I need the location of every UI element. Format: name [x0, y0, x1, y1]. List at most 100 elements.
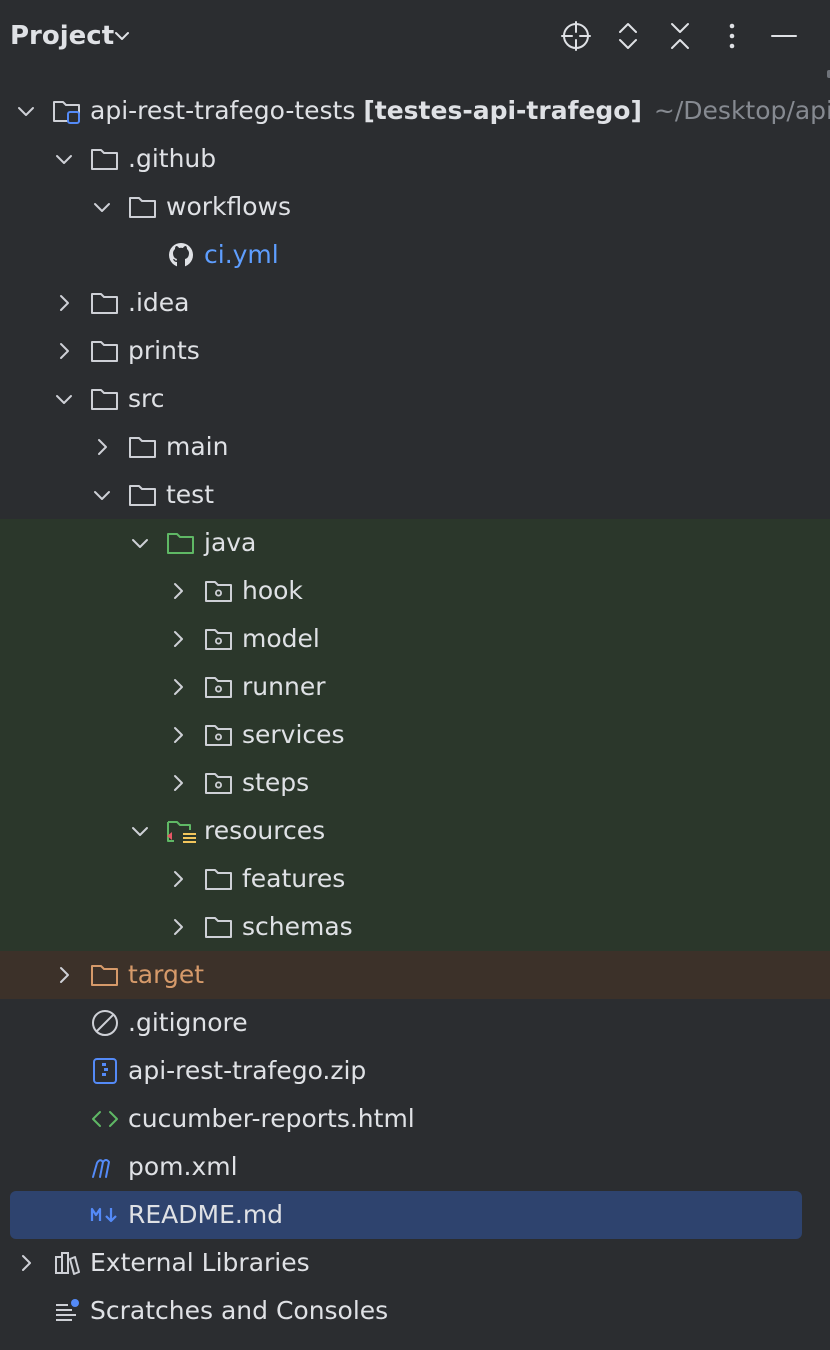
tree-row-external-libraries[interactable]: External Libraries [0, 1239, 830, 1287]
tree-label: schemas [242, 912, 353, 941]
tree-row-hook[interactable]: hook [0, 567, 830, 615]
root-module: [testes-api-trafego] [363, 96, 642, 125]
package-icon [205, 725, 232, 746]
folder-icon [205, 917, 232, 938]
tree-row-readme[interactable]: README.md [0, 1191, 830, 1239]
tree-label: java [204, 528, 257, 557]
tree-label: src [128, 384, 165, 413]
test-resources-folder-icon [167, 821, 196, 843]
chevron-down-icon[interactable] [128, 819, 152, 843]
chevron-down-icon[interactable] [14, 99, 38, 123]
folder-icon [205, 869, 232, 890]
tree-row-test[interactable]: test [0, 471, 830, 519]
chevron-down-icon[interactable] [52, 147, 76, 171]
folder-icon [91, 293, 118, 314]
expand-all-icon[interactable] [610, 18, 646, 54]
tree-label: main [166, 432, 229, 461]
chevron-down-icon[interactable] [128, 531, 152, 555]
tree-label: test [166, 480, 215, 509]
tree-row-runner[interactable]: runner [0, 663, 830, 711]
root-name: api-rest-trafego-tests [90, 96, 356, 125]
chevron-right-icon[interactable] [52, 963, 76, 987]
tree-label: pom.xml [128, 1152, 238, 1181]
tree-row-root[interactable]: api-rest-trafego-tests [testes-api-trafe… [0, 87, 830, 135]
chevron-right-icon[interactable] [52, 291, 76, 315]
root-path: ~/Desktop/api-r [653, 96, 830, 125]
tree-row-ci-yml[interactable]: ci.yml [0, 231, 830, 279]
tree-label: README.md [128, 1200, 284, 1229]
tree-row-gitignore[interactable]: .gitignore [0, 999, 830, 1047]
folder-icon [91, 341, 118, 362]
tree-row-target[interactable]: target [0, 951, 830, 999]
test-source-folder-icon [167, 533, 194, 554]
package-icon [205, 773, 232, 794]
chevron-right-icon[interactable] [166, 627, 190, 651]
project-tool-window: Project api-rest-trafego-tests [testes-a… [0, 0, 830, 1350]
chevron-right-icon[interactable] [166, 675, 190, 699]
hide-panel-icon[interactable] [766, 18, 802, 54]
tree-label: ci.yml [204, 240, 279, 269]
tree-label: hook [242, 576, 303, 605]
chevron-right-icon[interactable] [166, 579, 190, 603]
folder-icon [129, 197, 156, 218]
markdown-icon [90, 1207, 117, 1223]
chevron-down-icon[interactable] [90, 195, 114, 219]
tree-label: Scratches and Consoles [90, 1296, 389, 1325]
html-file-icon [92, 1111, 118, 1127]
tree-row-steps[interactable]: steps [0, 759, 830, 807]
folder-icon [129, 437, 156, 458]
tree-row-zip[interactable]: api-rest-trafego.zip [0, 1047, 830, 1095]
tree-row-scratches[interactable]: Scratches and Consoles [0, 1287, 830, 1335]
project-tree: api-rest-trafego-tests [testes-api-trafe… [0, 87, 830, 1335]
tree-label: .github [128, 144, 217, 173]
tree-label: resources [204, 816, 326, 845]
chevron-right-icon[interactable] [166, 723, 190, 747]
tree-row-workflows[interactable]: workflows [0, 183, 830, 231]
chevron-down-icon[interactable] [90, 483, 114, 507]
package-icon [205, 581, 232, 602]
tree-row-github[interactable]: .github [0, 135, 830, 183]
tree-label: External Libraries [90, 1248, 310, 1277]
folder-icon [91, 389, 118, 410]
package-icon [205, 629, 232, 650]
chevron-right-icon[interactable] [166, 867, 190, 891]
maven-icon [92, 1159, 110, 1178]
chevron-down-icon[interactable] [112, 26, 132, 46]
tree-label: services [242, 720, 345, 749]
tree-row-pom[interactable]: pom.xml [0, 1143, 830, 1191]
locate-icon[interactable] [558, 18, 594, 54]
chevron-right-icon[interactable] [166, 915, 190, 939]
tool-window-title[interactable]: Project [10, 18, 114, 54]
tree-row-idea[interactable]: .idea [0, 279, 830, 327]
tree-label: prints [128, 336, 200, 365]
tree-row-main[interactable]: main [0, 423, 830, 471]
scratches-icon [56, 1299, 79, 1321]
tree-label: steps [242, 768, 310, 797]
tree-row-prints[interactable]: prints [0, 327, 830, 375]
tree-row-features[interactable]: features [0, 855, 830, 903]
excluded-folder-icon [91, 965, 118, 986]
tree-row-java[interactable]: java [0, 519, 830, 567]
tree-label: api-rest-trafego.zip [128, 1056, 367, 1085]
chevron-right-icon[interactable] [90, 435, 114, 459]
tree-row-src[interactable]: src [0, 375, 830, 423]
root-label: api-rest-trafego-tests [testes-api-trafe… [90, 87, 830, 135]
folder-icon [129, 485, 156, 506]
more-options-icon[interactable] [714, 18, 750, 54]
tree-label: workflows [166, 192, 292, 221]
tree-label: cucumber-reports.html [128, 1104, 415, 1133]
tree-row-resources[interactable]: resources [0, 807, 830, 855]
tree-row-cucumber-reports[interactable]: cucumber-reports.html [0, 1095, 830, 1143]
chevron-right-icon[interactable] [166, 771, 190, 795]
tree-row-services[interactable]: services [0, 711, 830, 759]
chevron-right-icon[interactable] [52, 339, 76, 363]
tree-row-schemas[interactable]: schemas [0, 903, 830, 951]
module-folder-icon [53, 101, 80, 124]
chevron-right-icon[interactable] [14, 1251, 38, 1275]
tree-label: .gitignore [128, 1008, 248, 1037]
collapse-all-icon[interactable] [662, 18, 698, 54]
tree-label: features [242, 864, 346, 893]
chevron-down-icon[interactable] [52, 387, 76, 411]
tree-row-model[interactable]: model [0, 615, 830, 663]
library-icon [55, 1252, 80, 1275]
